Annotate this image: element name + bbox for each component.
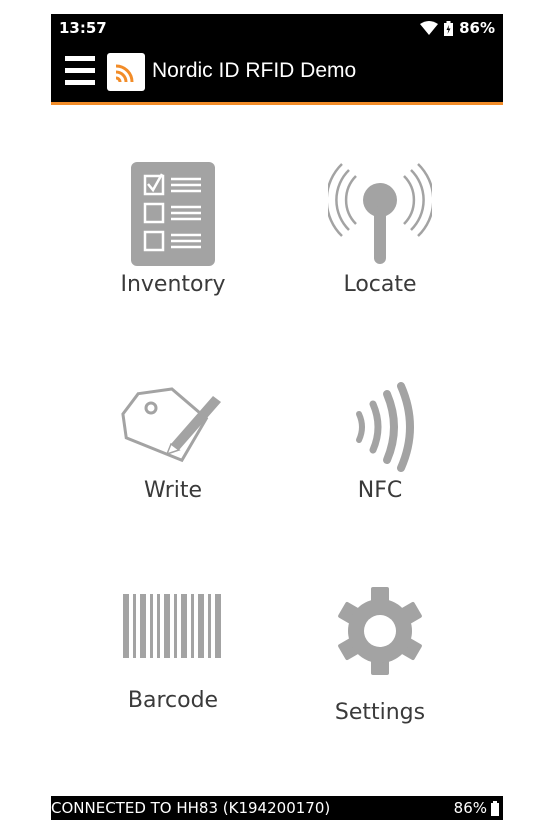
status-battery-percent: 86% — [459, 19, 495, 37]
connection-status: CONNECTED TO HH83 (K194200170) — [51, 799, 331, 817]
menu-item-label: NFC — [357, 478, 403, 503]
menu-item-locate[interactable]: Locate — [280, 162, 480, 297]
menu-item-label: Barcode — [127, 688, 219, 713]
barcode-icon — [123, 594, 221, 658]
status-bar: 13:57 86% — [51, 14, 503, 42]
settings-icon — [338, 587, 422, 675]
rfid-logo-icon — [107, 53, 145, 91]
connection-bar: CONNECTED TO HH83 (K194200170) 86% — [51, 796, 503, 820]
inventory-icon — [131, 162, 215, 266]
write-icon — [121, 387, 221, 463]
menu-item-label: Inventory — [120, 272, 226, 297]
battery-icon — [444, 20, 454, 36]
status-right: 86% — [420, 19, 495, 37]
menu-item-label: Write — [143, 478, 203, 503]
hamburger-icon[interactable] — [65, 56, 95, 88]
menu-item-inventory[interactable]: Inventory — [73, 162, 273, 297]
reader-battery: 86% — [454, 799, 499, 817]
app-bar: Nordic ID RFID Demo — [51, 42, 503, 105]
menu-item-label: Locate — [343, 272, 417, 297]
menu-item-nfc[interactable]: NFC — [280, 382, 480, 503]
phone-screen: 13:57 86% Nordic ID RFID Demo Inventory … — [51, 14, 503, 824]
battery-icon — [491, 800, 499, 816]
locate-icon — [328, 163, 432, 264]
status-time: 13:57 — [59, 19, 107, 37]
nfc-icon — [356, 382, 414, 472]
app-title: Nordic ID RFID Demo — [152, 59, 357, 82]
menu-item-write[interactable]: Write — [73, 382, 273, 503]
wifi-icon — [420, 21, 439, 35]
menu-item-settings[interactable]: Settings — [280, 586, 480, 725]
menu-item-barcode[interactable]: Barcode — [73, 594, 273, 713]
reader-battery-percent: 86% — [453, 799, 487, 817]
menu-item-label: Settings — [334, 700, 426, 725]
